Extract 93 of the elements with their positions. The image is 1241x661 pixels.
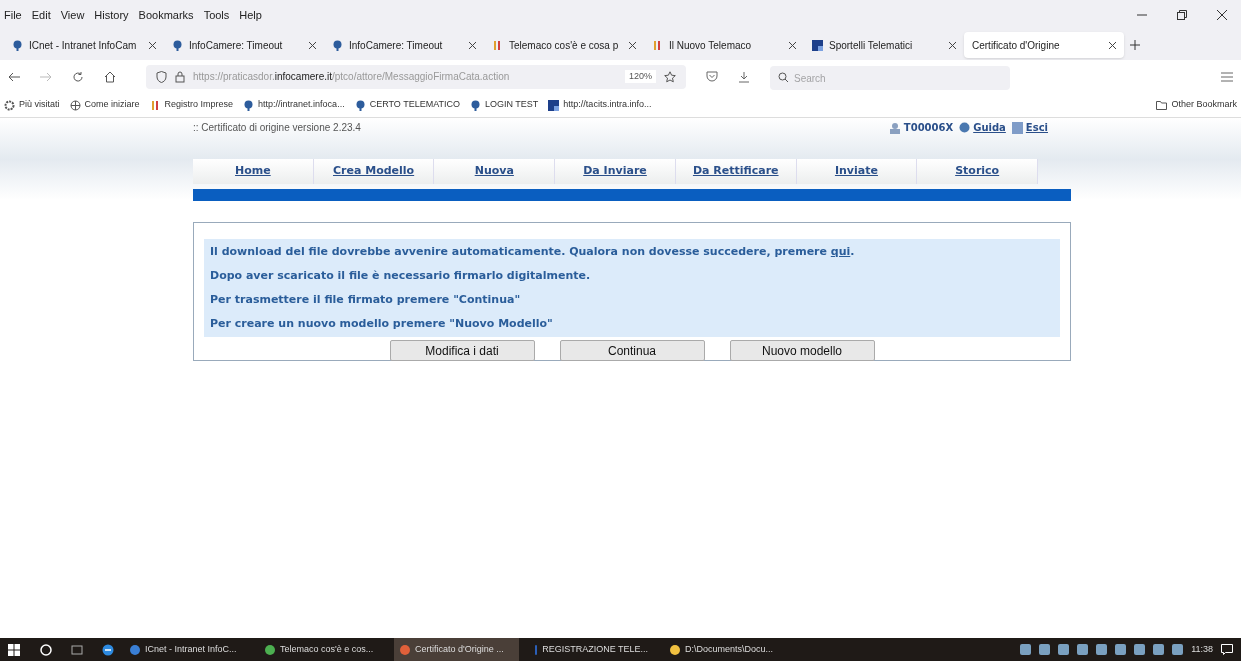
clock: 11:38: [1191, 642, 1213, 656]
message-text: Per trasmettere il file firmato premere "Continua": [209, 292, 522, 308]
user-id: T00006X: [903, 121, 954, 135]
search-icon: [778, 71, 789, 83]
browser-tab[interactable]: Il Nuovo Telemaco: [644, 32, 804, 58]
zoom-level[interactable]: 120%: [624, 69, 656, 84]
close-icon[interactable]: [469, 41, 476, 49]
tray-icon[interactable]: [1172, 644, 1184, 655]
tray-icon[interactable]: [1077, 644, 1089, 655]
windows-start-icon[interactable]: [8, 643, 20, 656]
square-icon: [812, 39, 823, 51]
url-text: https://praticasdor.infocamere.it/ptco/attore/MessaggioFirmaCata.action: [193, 70, 510, 84]
bookmark-star-icon[interactable]: [664, 70, 676, 83]
nav-link[interactable]: Nuova: [474, 163, 514, 180]
bars-icon: [492, 39, 503, 51]
close-icon[interactable]: [949, 41, 956, 49]
tray-icon[interactable]: [1058, 644, 1070, 655]
menu-item[interactable]: File: [4, 6, 22, 24]
version-label: :: Certificato di origine versione 2.23.4: [193, 121, 361, 135]
browser-tab[interactable]: Certificato d'Origine: [964, 32, 1124, 58]
menu-item[interactable]: Help: [239, 6, 262, 24]
taskbar-item[interactable]: Certificato d'Origine ...: [394, 638, 519, 661]
bookmark-item[interactable]: http://tacits.intra.info...: [548, 98, 652, 112]
close-icon[interactable]: [309, 41, 316, 49]
browser-tab[interactable]: Telemaco cos'è e cosa p: [484, 32, 644, 58]
close-icon[interactable]: [149, 41, 156, 49]
taskbar-item[interactable]: REGISTRAZIONE TELE...: [529, 638, 654, 661]
bars-icon: [652, 39, 663, 51]
shield-icon: [156, 70, 167, 83]
restore-button[interactable]: [1177, 10, 1187, 20]
bars-icon: [149, 99, 161, 111]
pocket-icon[interactable]: [706, 71, 718, 82]
new-tab-button[interactable]: [1130, 40, 1140, 50]
menu-item[interactable]: Edit: [31, 6, 51, 24]
user-icon: [888, 121, 901, 134]
tray-icon[interactable]: [1134, 644, 1146, 655]
nav-link[interactable]: Storico: [955, 163, 1000, 180]
tray-icon[interactable]: [1020, 644, 1032, 655]
help-icon: [959, 122, 971, 133]
task-view-icon[interactable]: [70, 644, 84, 655]
browser-tab[interactable]: InfoCamere: Timeout: [164, 32, 324, 58]
back-button[interactable]: [8, 71, 20, 82]
close-icon[interactable]: [629, 41, 636, 49]
tray-icon[interactable]: [1115, 644, 1127, 655]
nav-link[interactable]: Da Inviare: [583, 163, 647, 180]
notification-icon[interactable]: [1221, 644, 1233, 655]
bookmark-item[interactable]: http://intranet.infoca...: [243, 98, 345, 112]
nav-link[interactable]: Inviate: [834, 163, 878, 180]
menu-item[interactable]: View: [60, 6, 85, 24]
action-button[interactable]: Continua: [559, 340, 705, 361]
browser-tab[interactable]: ICnet - Intranet InfoCam: [4, 32, 164, 58]
bookmark-item[interactable]: CERTO TELEMATICO: [354, 98, 460, 112]
bookmark-item[interactable]: Più visitati: [4, 98, 60, 112]
action-button[interactable]: Modifica i dati: [389, 340, 535, 361]
search-circle-icon[interactable]: [40, 643, 52, 656]
menu-item[interactable]: History: [94, 6, 129, 24]
browser-tab[interactable]: InfoCamere: Timeout: [324, 32, 484, 58]
bookmark-item[interactable]: LOGIN TEST: [470, 98, 539, 112]
message-text: Per creare un nuovo modello premere "Nuovo Modello": [209, 316, 554, 332]
lock-icon: [175, 70, 185, 83]
menu-item[interactable]: Bookmarks: [138, 6, 194, 24]
folder-icon: [1156, 100, 1168, 110]
message-text: Dopo aver scaricato il file è necessario firmarlo digitalmente.: [209, 268, 592, 284]
guide-link[interactable]: Guida: [973, 120, 1006, 135]
reload-button[interactable]: [72, 70, 84, 83]
address-bar[interactable]: https://praticasdor.infocamere.it/ptco/attore/MessaggioFirmaCata.action 120%: [146, 64, 686, 89]
other-bookmarks[interactable]: Other Bookmark: [1156, 98, 1237, 112]
gear-icon: [4, 99, 15, 111]
download-link[interactable]: qui: [830, 245, 851, 258]
nav-link[interactable]: Da Rettificare: [692, 163, 779, 180]
message-text: Il download del file dovrebbe avvenire automaticamente. Qualora non dovesse succedere, premere qui.: [209, 244, 856, 260]
close-icon[interactable]: [789, 41, 796, 49]
tray-icon[interactable]: [1039, 644, 1051, 655]
home-button[interactable]: [104, 70, 116, 83]
bookmark-item[interactable]: Come iniziare: [69, 98, 140, 112]
taskbar-item[interactable]: Telemaco cos'è e cos...: [259, 638, 384, 661]
close-icon[interactable]: [1109, 41, 1116, 49]
taskbar-item[interactable]: D:\Documents\Docu...: [664, 638, 789, 661]
menu-item[interactable]: Tools: [203, 6, 230, 24]
browser-tab[interactable]: Sportelli Telematici: [804, 32, 964, 58]
close-button[interactable]: [1217, 10, 1227, 20]
nav-link[interactable]: Home: [235, 163, 271, 180]
bookmark-item[interactable]: Registro Imprese: [149, 98, 234, 112]
download-icon[interactable]: [738, 70, 750, 83]
nav-link[interactable]: Crea Modello: [333, 163, 415, 180]
action-button[interactable]: Nuovo modello: [729, 340, 875, 361]
search-field[interactable]: Search: [770, 66, 1010, 90]
exit-link[interactable]: Esci: [1025, 120, 1048, 135]
exit-icon: [1011, 121, 1023, 134]
square-icon: [548, 99, 560, 111]
taskbar-item[interactable]: ICnet - Intranet InfoC...: [124, 638, 249, 661]
tray-icon[interactable]: [1096, 644, 1108, 655]
tray-icon[interactable]: [1153, 644, 1165, 655]
